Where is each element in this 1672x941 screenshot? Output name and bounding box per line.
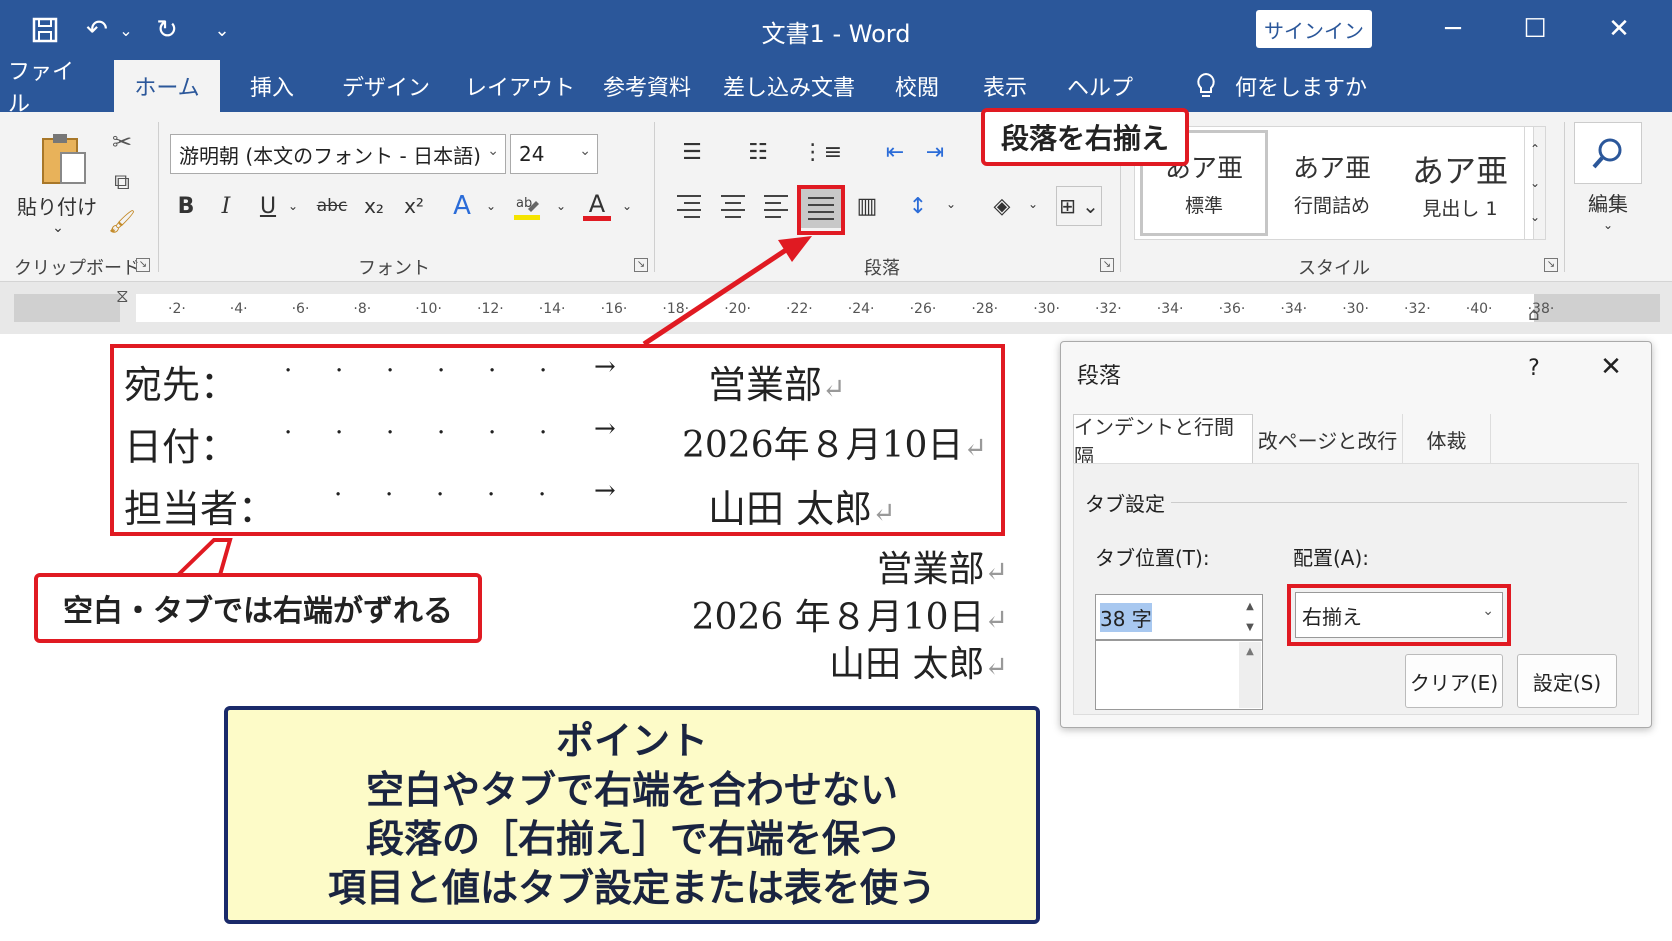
- point-title: ポイント: [555, 719, 708, 763]
- tab-note: 空白・タブでは右端がずれる: [34, 573, 482, 643]
- chevron-down-icon: ⌄: [1482, 603, 1494, 619]
- spin-up-icon[interactable]: ▲: [1246, 601, 1254, 612]
- align-right-highlight: [797, 185, 845, 235]
- point-box: ポイント 空白やタブで右端を合わせない 段落の［右揃え］で右端を保つ 項目と値は…: [224, 706, 1040, 924]
- tab-position-value: 38 字: [1100, 602, 1152, 632]
- dialog-title: 段落: [1077, 364, 1122, 389]
- tab-position-input[interactable]: 38 字: [1095, 594, 1263, 640]
- note-pointer: [173, 538, 233, 577]
- tab-position-spinner[interactable]: ▲ ▼: [1239, 596, 1261, 638]
- dialog-header-divider: [1061, 378, 1651, 379]
- section-divider: [1171, 502, 1627, 503]
- point-line: 項目と値はタブ設定または表を使う: [327, 866, 936, 910]
- tab-typography[interactable]: 体裁: [1403, 414, 1491, 464]
- close-icon[interactable]: ✕: [1591, 352, 1631, 386]
- alignment-label: 配置(A):: [1293, 546, 1370, 570]
- arrow-to-align-right: [642, 243, 794, 347]
- tab-positions-list[interactable]: [1095, 640, 1263, 710]
- callout-right-align: 段落を右揃え: [981, 108, 1189, 166]
- paragraph-dialog: 段落 ? ✕ インデントと行間隔 改ページと改行 体裁 タブ設定 タブ位置(T)…: [1060, 341, 1652, 728]
- point-line: 空白やタブで右端を合わせない: [365, 768, 898, 812]
- point-line: 段落の［右揃え］で右端を保つ: [365, 817, 898, 861]
- list-scroll-up-icon[interactable]: ▲: [1239, 642, 1261, 708]
- clear-button[interactable]: クリア(E): [1405, 654, 1503, 708]
- tab-page-breaks[interactable]: 改ページと改行: [1253, 414, 1403, 464]
- set-button[interactable]: 設定(S): [1517, 654, 1617, 708]
- alignment-value: 右揃え: [1302, 604, 1362, 629]
- tab-indent-spacing[interactable]: インデントと行間隔: [1073, 414, 1253, 468]
- spin-down-icon[interactable]: ▼: [1246, 622, 1254, 633]
- alignment-select[interactable]: 右揃え ⌄: [1295, 592, 1503, 638]
- tab-settings-heading: タブ設定: [1085, 492, 1165, 516]
- tab-position-label: タブ位置(T):: [1095, 546, 1210, 570]
